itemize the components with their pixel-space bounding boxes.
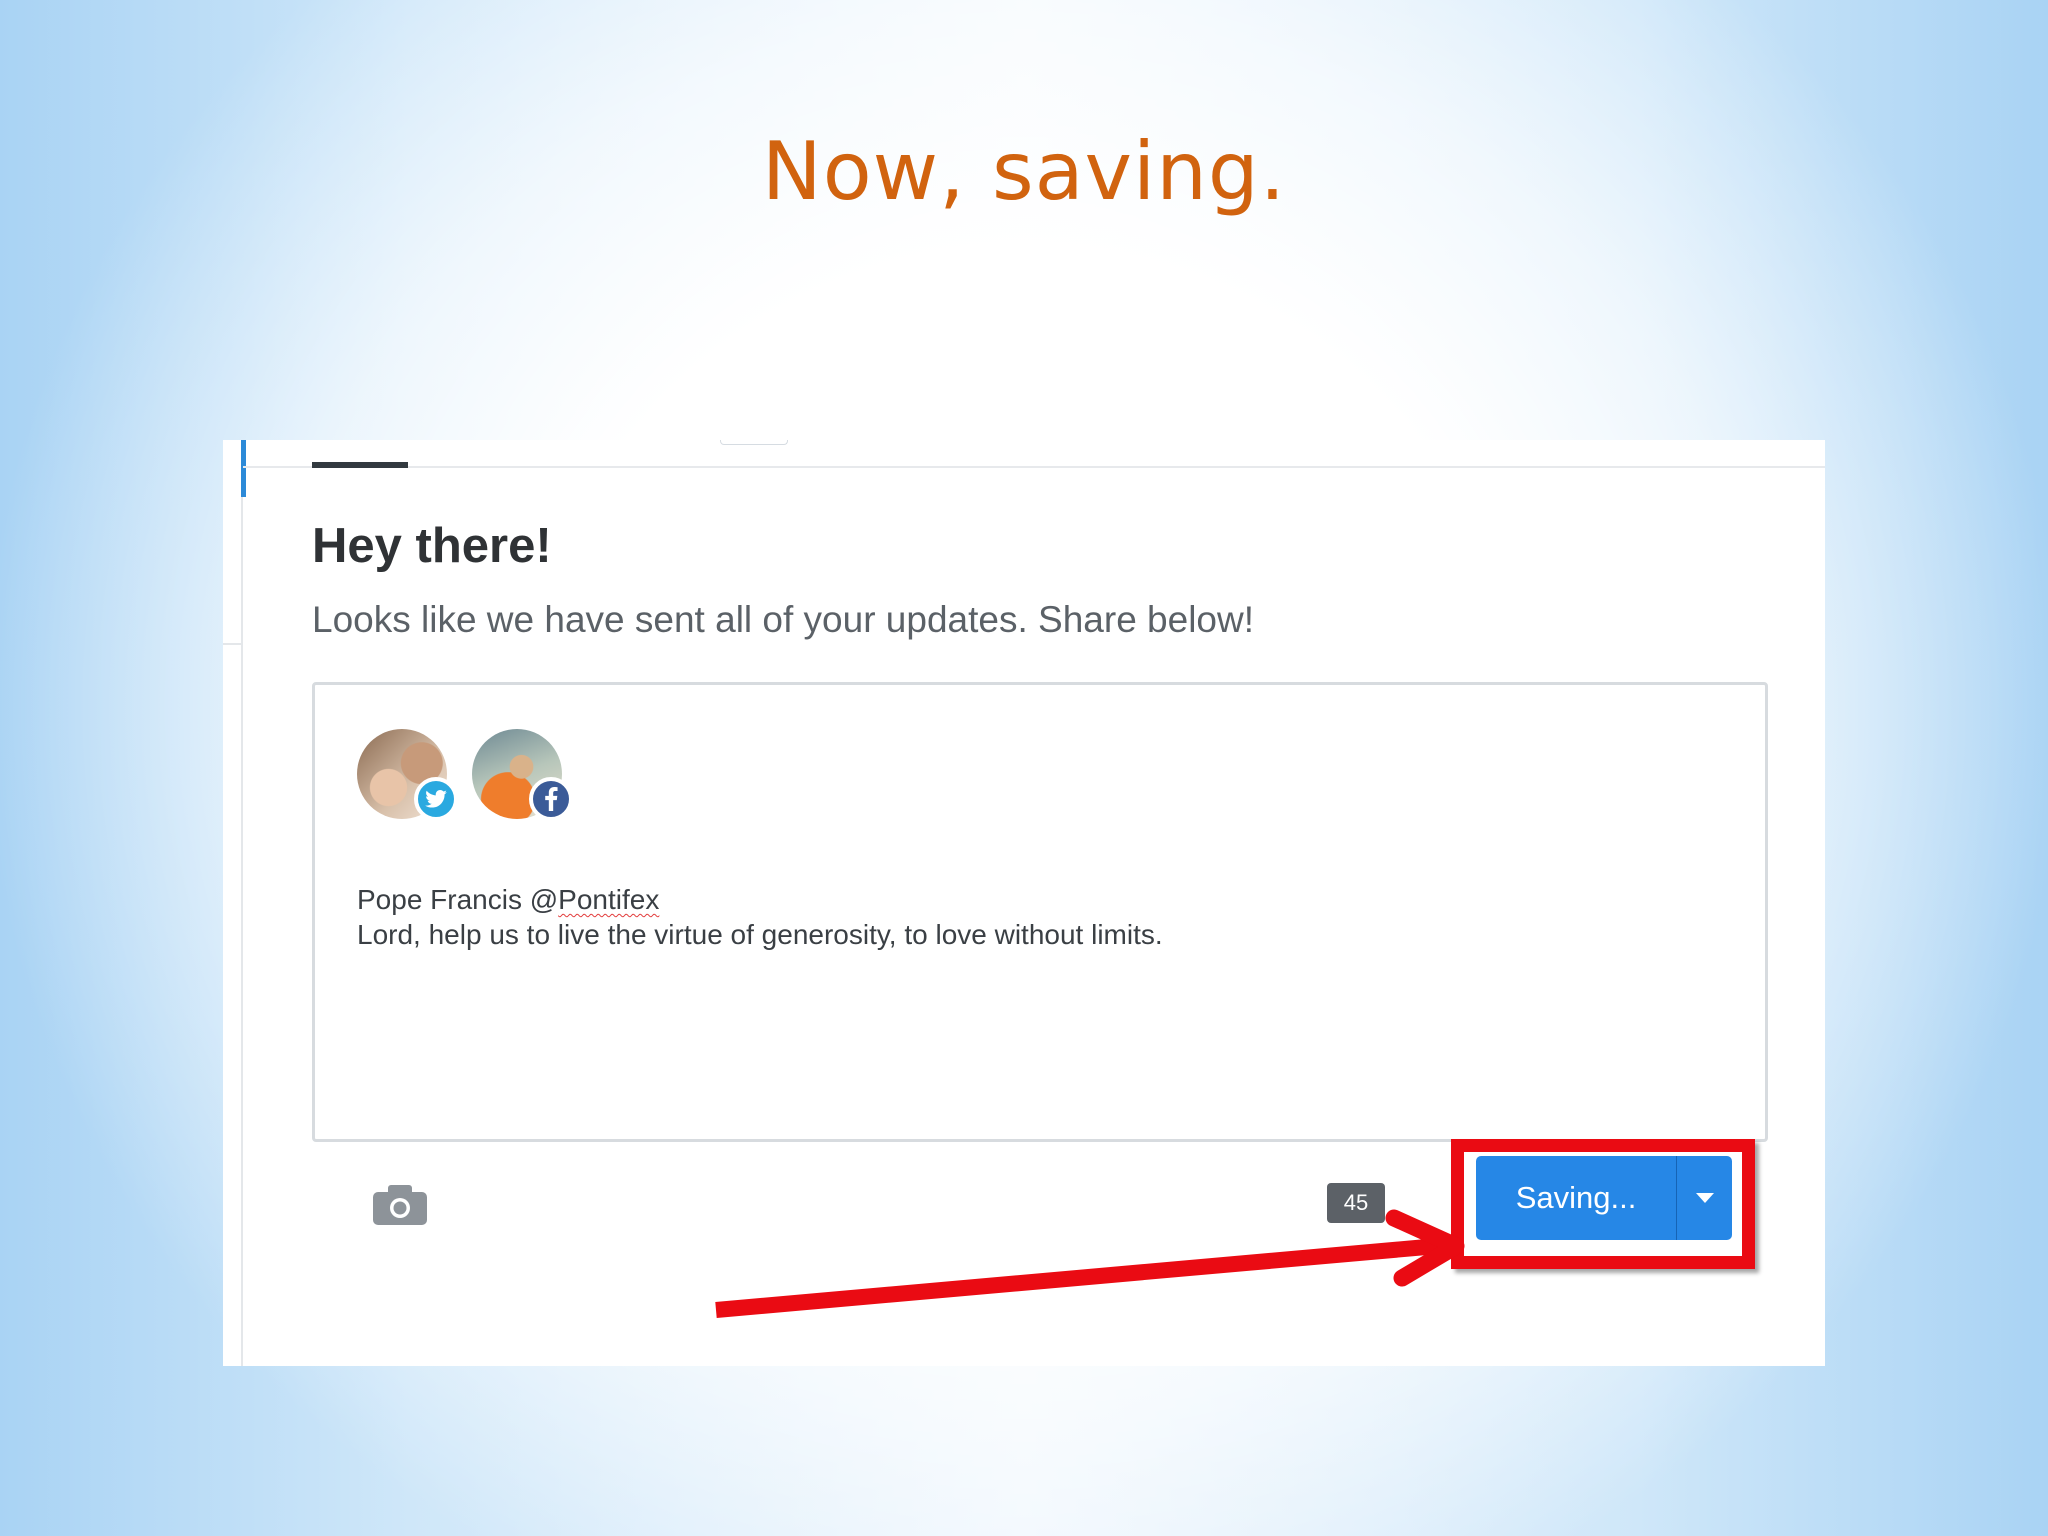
camera-icon: [373, 1185, 427, 1225]
post-author-text: Pope Francis @: [357, 884, 559, 915]
sidebar-active-indicator: [241, 440, 246, 497]
post-line-1: Pope Francis @Pontifex: [357, 882, 1717, 917]
sidebar-rail: [241, 440, 243, 1366]
annotation-highlight-box: [1451, 1139, 1755, 1269]
character-count: 45: [1327, 1183, 1385, 1223]
empty-queue-heading: Hey there!: [312, 519, 552, 573]
tab-active-indicator[interactable]: [312, 462, 408, 468]
slide-title: Now, saving.: [761, 125, 1287, 218]
update-composer: Pope Francis @Pontifex Lord, help us to …: [312, 682, 1768, 1225]
add-media-button[interactable]: [369, 1181, 431, 1231]
empty-queue-message: Looks like we have sent all of your upda…: [312, 599, 1255, 640]
sidebar-divider: [223, 643, 243, 645]
twitter-icon: [414, 777, 458, 821]
post-textarea[interactable]: Pope Francis @Pontifex Lord, help us to …: [357, 882, 1717, 952]
tab-divider: [243, 466, 1825, 468]
facebook-icon: [529, 777, 573, 821]
tab-hint: [720, 440, 788, 445]
post-body-text: Lord, help us to live the virtue of gene…: [357, 919, 1163, 950]
post-handle-text: Pontifex: [558, 884, 660, 915]
